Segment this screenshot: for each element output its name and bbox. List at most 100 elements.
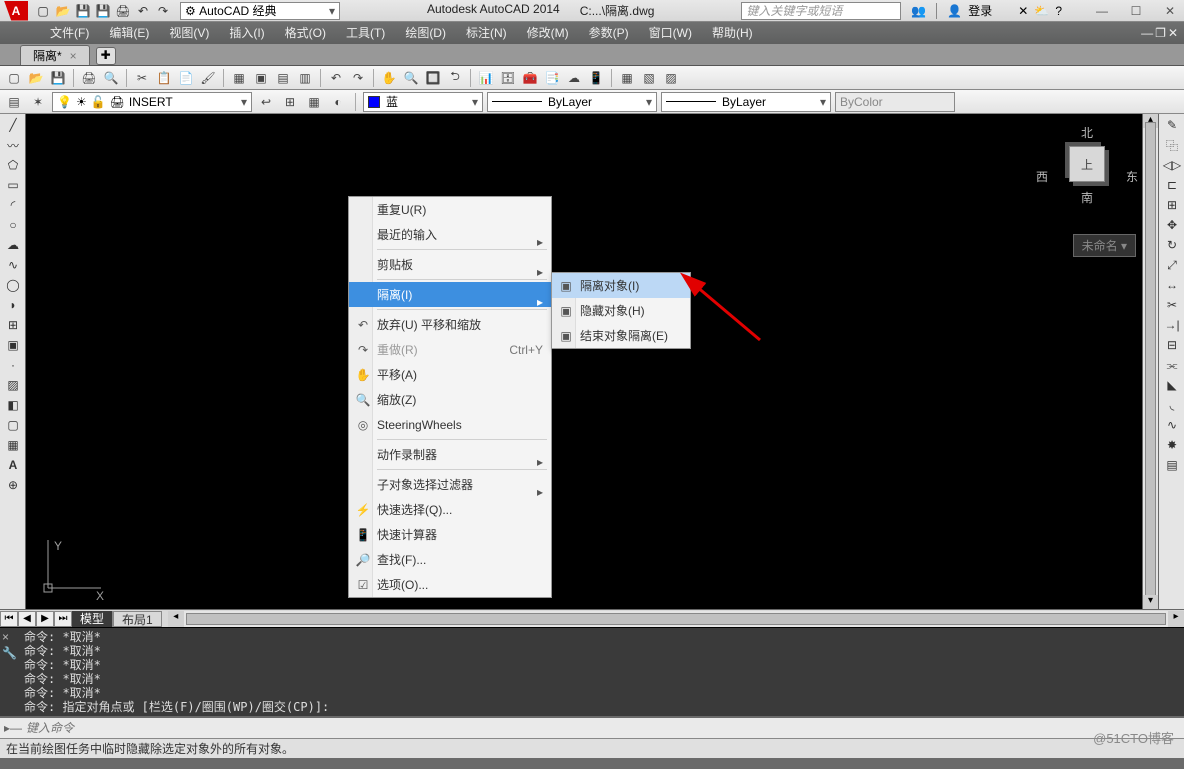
move-icon[interactable]: ✥: [1161, 216, 1183, 234]
point-icon[interactable]: ·: [2, 356, 24, 374]
scroll-thumb[interactable]: [186, 613, 1166, 625]
zoomwin-icon[interactable]: 🔲: [423, 68, 443, 88]
context-menu-item[interactable]: 子对象选择过滤器: [349, 472, 551, 497]
ellipse-icon[interactable]: ◯: [2, 276, 24, 294]
context-menu-item[interactable]: 🔍缩放(Z): [349, 387, 551, 412]
tab-layout[interactable]: 布局1: [113, 611, 162, 627]
lineweight-selector[interactable]: ByLayer: [661, 92, 831, 112]
user-icon[interactable]: 👤: [947, 4, 962, 18]
tb-extra3-icon[interactable]: ▨: [661, 68, 681, 88]
explode-icon[interactable]: ✸: [1161, 436, 1183, 454]
chamfer-icon[interactable]: ◣: [1161, 376, 1183, 394]
layer-selector[interactable]: 💡 ☀ 🔓 🖨 INSERT: [52, 92, 252, 112]
cmd-wrench-icon[interactable]: 🔧: [2, 646, 18, 660]
preview-icon[interactable]: 🔍: [101, 68, 121, 88]
vertical-scrollbar[interactable]: ▴ ▾: [1142, 114, 1158, 609]
app-logo[interactable]: A: [4, 1, 28, 21]
zoomprev-icon[interactable]: ⮌: [445, 68, 465, 88]
tb-extra1-icon[interactable]: ▦: [617, 68, 637, 88]
submenu-item[interactable]: ▣结束对象隔离(E): [552, 323, 690, 348]
rotate-icon[interactable]: ↻: [1161, 236, 1183, 254]
layer-iso-icon[interactable]: ▦: [304, 92, 324, 112]
context-menu-item[interactable]: ⚡快速选择(Q)...: [349, 497, 551, 522]
workspace-selector[interactable]: ⚙ AutoCAD 经典: [180, 2, 340, 20]
tab-last-icon[interactable]: ⏭: [54, 611, 72, 627]
horizontal-scrollbar[interactable]: ◂ ▸: [168, 611, 1184, 627]
minimize-icon[interactable]: ―: [1092, 4, 1112, 18]
props-icon[interactable]: 📊: [476, 68, 496, 88]
tb-extra2-icon[interactable]: ▧: [639, 68, 659, 88]
help-icon[interactable]: ?: [1055, 4, 1062, 18]
erase-icon[interactable]: ✎: [1161, 116, 1183, 134]
gradient-icon[interactable]: ◧: [2, 396, 24, 414]
menu-item[interactable]: 文件(F): [40, 22, 99, 44]
color-selector[interactable]: 蓝: [363, 92, 483, 112]
viewcube-west[interactable]: 西: [1036, 168, 1048, 185]
block4-icon[interactable]: ▥: [295, 68, 315, 88]
undo2-icon[interactable]: ↶: [326, 68, 346, 88]
menu-item[interactable]: 编辑(E): [99, 22, 159, 44]
saveas-icon[interactable]: 💾: [94, 2, 112, 20]
draworder-icon[interactable]: ▤: [1161, 456, 1183, 474]
context-menu-item[interactable]: 重复U(R): [349, 197, 551, 222]
viewcube[interactable]: 北 西 东 上 南: [1042, 124, 1132, 244]
redo2-icon[interactable]: ↷: [348, 68, 368, 88]
context-menu-item[interactable]: 剪贴板: [349, 252, 551, 277]
addsel-icon[interactable]: ⊕: [2, 476, 24, 494]
help-search-input[interactable]: 键入关键字或短语: [741, 2, 901, 20]
menu-item[interactable]: 修改(M): [517, 22, 579, 44]
viewcube-south[interactable]: 南: [1042, 189, 1132, 206]
break-icon[interactable]: ⊟: [1161, 336, 1183, 354]
paste-icon[interactable]: 📄: [176, 68, 196, 88]
mdi-min-icon[interactable]: ―: [1141, 26, 1153, 40]
trim-icon[interactable]: ✂: [1161, 296, 1183, 314]
save-icon[interactable]: 💾: [74, 2, 92, 20]
scroll-thumb[interactable]: [1145, 122, 1156, 601]
viewcube-top[interactable]: 上: [1069, 146, 1105, 182]
new-tab-button[interactable]: ✚: [96, 47, 116, 65]
ssm-icon[interactable]: 📑: [542, 68, 562, 88]
layer-prev-icon[interactable]: ↩: [256, 92, 276, 112]
menu-item[interactable]: 视图(V): [159, 22, 219, 44]
viewcube-north[interactable]: 北: [1042, 124, 1132, 141]
menu-item[interactable]: 工具(T): [336, 22, 395, 44]
context-menu-item[interactable]: ☑选项(O)...: [349, 572, 551, 597]
tab-prev-icon[interactable]: ◀: [18, 611, 36, 627]
layer-off-icon[interactable]: ◐: [328, 92, 348, 112]
new-icon[interactable]: ▢: [34, 2, 52, 20]
context-menu-item[interactable]: 📱快速计算器: [349, 522, 551, 547]
save2-icon[interactable]: 💾: [48, 68, 68, 88]
context-menu-item[interactable]: 隔离(I): [349, 282, 551, 307]
zoom-icon[interactable]: 🔍: [401, 68, 421, 88]
line-icon[interactable]: ╱: [2, 116, 24, 134]
markup-icon[interactable]: ☁: [564, 68, 584, 88]
tab-model[interactable]: 模型: [72, 611, 113, 627]
fillet-icon[interactable]: ◟: [1161, 396, 1183, 414]
context-menu-item[interactable]: ↷重做(R)Ctrl+Y: [349, 337, 551, 362]
menu-item[interactable]: 格式(O): [275, 22, 336, 44]
layer-states-icon[interactable]: ✶: [28, 92, 48, 112]
context-menu-item[interactable]: 最近的输入: [349, 222, 551, 247]
mdi-restore-icon[interactable]: ❐: [1155, 26, 1166, 40]
hatch-icon[interactable]: ▨: [2, 376, 24, 394]
tab-close-icon[interactable]: ×: [70, 49, 77, 63]
block-make-icon[interactable]: ▣: [2, 336, 24, 354]
ellipsearc-icon[interactable]: ◗: [2, 296, 24, 314]
open-icon[interactable]: 📂: [54, 2, 72, 20]
close-icon[interactable]: ✕: [1160, 4, 1180, 18]
table-icon[interactable]: ▦: [2, 436, 24, 454]
qnew-icon[interactable]: ▢: [4, 68, 24, 88]
linetype-selector[interactable]: ByLayer: [487, 92, 657, 112]
layer-props-icon[interactable]: ▤: [4, 92, 24, 112]
dc-icon[interactable]: 🗄: [498, 68, 518, 88]
tp-icon[interactable]: 🧰: [520, 68, 540, 88]
print-icon[interactable]: 🖨: [114, 2, 132, 20]
login-label[interactable]: 登录: [968, 2, 992, 19]
document-tab[interactable]: 隔离* ×: [20, 45, 90, 65]
cut-icon[interactable]: ✂: [132, 68, 152, 88]
context-menu-item[interactable]: ◎SteeringWheels: [349, 412, 551, 437]
polygon-icon[interactable]: ⬠: [2, 156, 24, 174]
tab-next-icon[interactable]: ▶: [36, 611, 54, 627]
viewcube-east[interactable]: 东: [1126, 168, 1138, 185]
plot-icon[interactable]: 🖨: [79, 68, 99, 88]
